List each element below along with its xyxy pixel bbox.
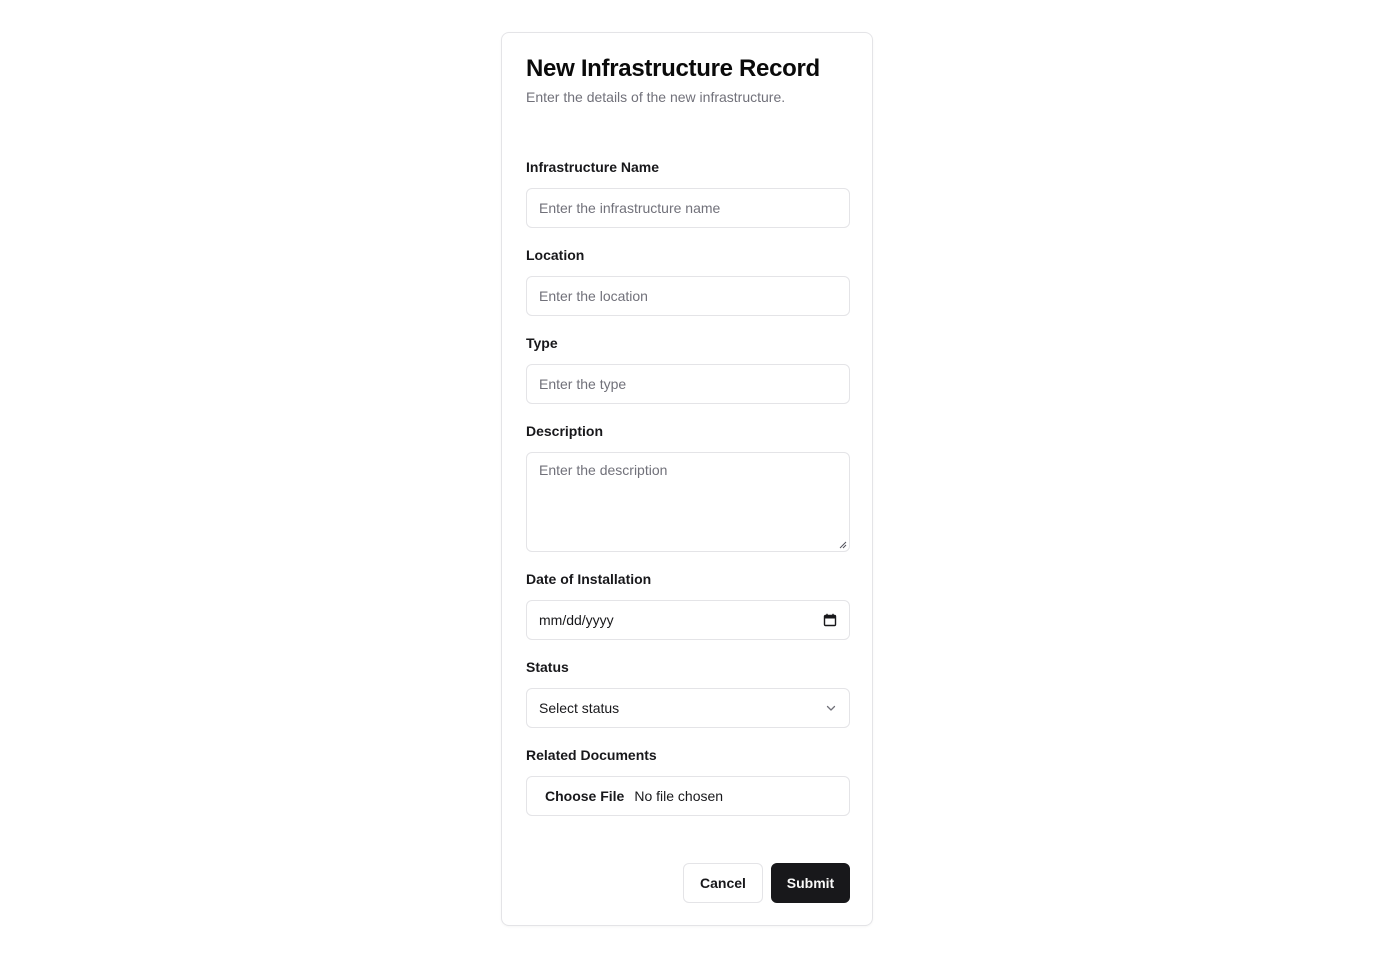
- calendar-icon[interactable]: [823, 613, 837, 627]
- resize-grip-icon[interactable]: [839, 541, 847, 549]
- type-label: Type: [526, 335, 558, 351]
- related-documents-file-input[interactable]: Choose File No file chosen: [526, 776, 850, 816]
- infrastructure-name-input[interactable]: Enter the infrastructure name: [526, 188, 850, 228]
- chevron-down-icon: [825, 702, 837, 714]
- type-input[interactable]: Enter the type: [526, 364, 850, 404]
- description-placeholder: Enter the description: [539, 462, 668, 478]
- location-input[interactable]: Enter the location: [526, 276, 850, 316]
- file-status-text: No file chosen: [634, 788, 724, 804]
- choose-file-button[interactable]: Choose File: [545, 788, 624, 804]
- documents-label: Related Documents: [526, 747, 657, 763]
- status-select[interactable]: Select status: [526, 688, 850, 728]
- description-label: Description: [526, 423, 604, 439]
- infrastructure-form-card: New Infrastructure Record Enter the deta…: [501, 32, 873, 926]
- installation-date-input[interactable]: mm/dd/yyyy: [526, 600, 850, 640]
- status-label: Status: [526, 659, 569, 675]
- form-title: New Infrastructure Record: [526, 55, 820, 82]
- status-selected-value: Select status: [539, 700, 620, 716]
- location-label: Location: [526, 247, 585, 263]
- infrastructure-name-placeholder: Enter the infrastructure name: [539, 200, 721, 216]
- type-placeholder: Enter the type: [539, 376, 627, 392]
- form-subtitle: Enter the details of the new infrastruct…: [526, 89, 786, 105]
- location-placeholder: Enter the location: [539, 288, 648, 304]
- date-label: Date of Installation: [526, 571, 652, 587]
- name-label: Infrastructure Name: [526, 159, 660, 175]
- submit-button[interactable]: Submit: [771, 863, 850, 903]
- description-textarea[interactable]: Enter the description: [526, 452, 850, 552]
- date-format-text: mm/dd/yyyy: [539, 612, 614, 628]
- cancel-button[interactable]: Cancel: [683, 863, 763, 903]
